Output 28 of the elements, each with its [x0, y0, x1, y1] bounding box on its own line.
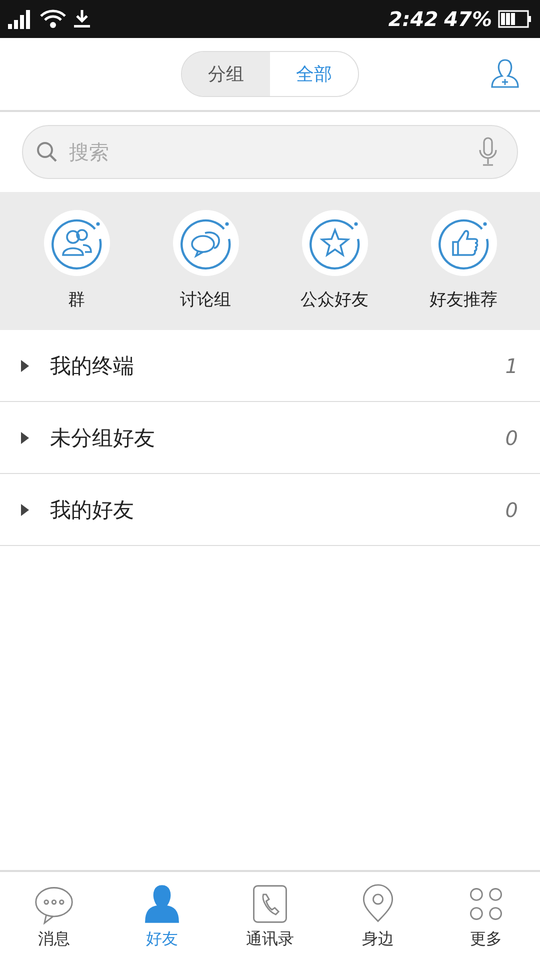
battery-icon	[498, 10, 532, 28]
nav-tab[interactable]: 身边	[324, 872, 432, 960]
nav-tab[interactable]: 通讯录	[216, 872, 324, 960]
signal-icon	[8, 9, 32, 29]
group-count: 0	[505, 498, 518, 522]
action-label: 好友推荐	[430, 289, 498, 311]
group-count: 1	[505, 354, 518, 378]
group-name: 我的好友	[50, 496, 135, 524]
nav-tab[interactable]: 好友	[108, 872, 216, 960]
friend-group-row[interactable]: 我的好友 0	[0, 474, 540, 546]
friend-group-row[interactable]: 未分组好友 0	[0, 402, 540, 474]
action-label: 公众好友	[300, 289, 368, 311]
action-label: 群	[68, 289, 85, 311]
friend-group-row[interactable]: 我的终端 1	[0, 330, 540, 402]
group-name: 我的终端	[50, 352, 135, 380]
nav-tab[interactable]: 消息	[0, 872, 108, 960]
tab[interactable]: 分组	[182, 52, 270, 96]
download-icon	[74, 10, 90, 28]
search-field[interactable]: 搜索	[22, 125, 518, 179]
wifi-icon	[40, 9, 66, 29]
add-contact-icon[interactable]	[490, 58, 520, 90]
clock-time: 2:42	[388, 7, 438, 31]
group-name: 未分组好友	[50, 424, 156, 452]
group-count: 0	[505, 426, 518, 450]
battery-percent: 47%	[444, 7, 492, 31]
action-label: 讨论组	[180, 289, 231, 311]
microphone-icon[interactable]	[478, 137, 498, 167]
nav-tab[interactable]: 更多	[432, 872, 540, 960]
